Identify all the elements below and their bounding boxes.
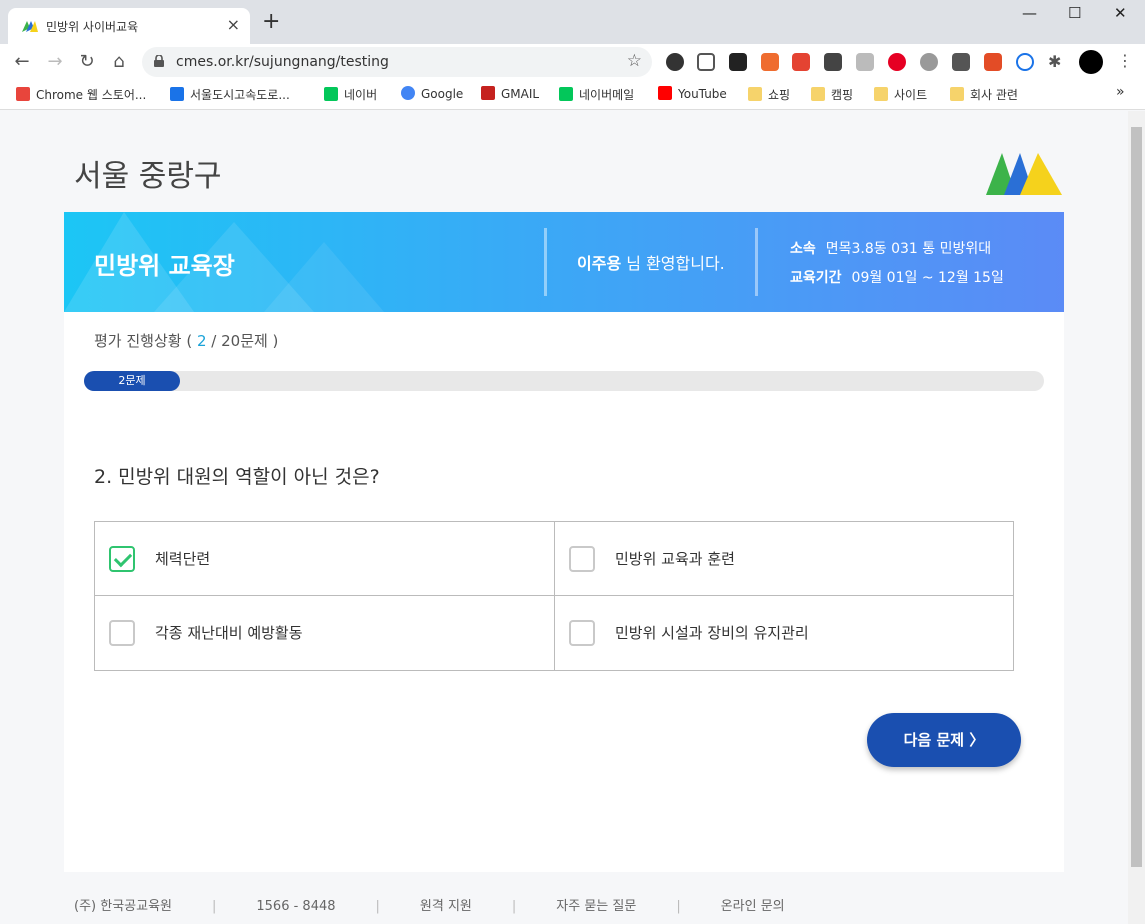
- gmail-icon: [481, 86, 495, 100]
- footer-phone: 1566 - 8448: [256, 899, 336, 914]
- profile-avatar[interactable]: [1079, 50, 1103, 74]
- reload-icon[interactable]: ↻: [75, 50, 99, 74]
- seoul-highway-icon: [170, 87, 184, 101]
- option-3-checkbox[interactable]: [109, 620, 135, 646]
- option-4-checkbox[interactable]: [569, 620, 595, 646]
- option-1-label: 체력단련: [155, 550, 211, 568]
- bookmark-naver-mail[interactable]: 네이버메일: [559, 86, 634, 103]
- bookmark-naver[interactable]: 네이버: [324, 86, 377, 103]
- site-favicon-icon: [22, 21, 38, 32]
- extension-i-icon[interactable]: [952, 53, 970, 71]
- tab-close-icon[interactable]: ×: [227, 15, 240, 35]
- close-window-icon[interactable]: ✕: [1114, 4, 1127, 22]
- site-logo: [986, 153, 1062, 195]
- option-4-label: 민방위 시설과 장비의 유지관리: [615, 624, 809, 642]
- lock-icon: [154, 55, 164, 67]
- browser-menu-icon[interactable]: ⋮: [1117, 51, 1133, 70]
- browser-tab[interactable]: 민방위 사이버교육 ×: [8, 8, 250, 44]
- banner-divider: [544, 228, 547, 296]
- bookmark-google[interactable]: Google: [401, 86, 463, 101]
- naver-icon: [324, 87, 338, 101]
- grid-divider-horizontal: [95, 595, 1013, 596]
- question-text: 2. 민방위 대원의 역할이 아닌 것은?: [94, 466, 380, 488]
- tab-title: 민방위 사이버교육: [46, 20, 139, 34]
- option-2-checkbox[interactable]: [569, 546, 595, 572]
- extension-ex-icon[interactable]: [761, 53, 779, 71]
- welcome-message: 이주용 님 환영합니다.: [577, 254, 725, 273]
- home-icon[interactable]: ⌂: [107, 50, 131, 74]
- extension-infinity-icon[interactable]: [1016, 53, 1034, 71]
- url-text: cmes.or.kr/sujungnang/testing: [176, 54, 389, 70]
- banner-divider: [755, 228, 758, 296]
- test-panel: 평가 진행상황 ( 2 / 20문제 ) 2문제 2. 민방위 대원의 역할이 …: [64, 312, 1064, 872]
- folder-icon: [748, 87, 762, 101]
- footer-inquiry-link[interactable]: 온라인 문의: [721, 895, 785, 914]
- current-question-number: 2: [196, 332, 207, 350]
- bookmark-seoul-highway[interactable]: 서울도시고속도로...: [170, 86, 290, 103]
- youtube-icon: [658, 86, 672, 100]
- footer-faq-link[interactable]: 자주 묻는 질문: [556, 895, 636, 914]
- page-viewport: 서울 중랑구 민방위 교육장 이주용 님 환영합니다. 소속 면목3.8동 031…: [0, 111, 1128, 924]
- answer-options: 체력단련 민방위 교육과 훈련 각종 재난대비 예방활동 민방위 시설과 장비의…: [94, 521, 1014, 671]
- browser-tabstrip: 민방위 사이버교육 × + — ☐ ✕: [0, 0, 1145, 44]
- affiliation-info: 소속 면목3.8동 031 통 민방위대: [790, 241, 992, 257]
- progress-label: 평가 진행상황 ( 2 / 20문제 ): [94, 332, 279, 350]
- answer-option-2[interactable]: 민방위 교육과 훈련: [555, 522, 1015, 596]
- scrollbar-thumb[interactable]: [1131, 127, 1142, 867]
- answer-option-1[interactable]: 체력단련: [95, 522, 555, 596]
- extension-e-icon[interactable]: [666, 53, 684, 71]
- extension-a-icon[interactable]: [729, 53, 747, 71]
- progress-bar-fill: 2문제: [84, 371, 180, 391]
- extension-n-icon[interactable]: [824, 53, 842, 71]
- option-2-label: 민방위 교육과 훈련: [615, 550, 735, 568]
- folder-icon: [950, 87, 964, 101]
- footer-remote-support-link[interactable]: 원격 지원: [420, 895, 472, 914]
- site-footer: (주) 한국공교육원 | 1566 - 8448 | 원격 지원 | 자주 묻는 질문 | 온라…: [74, 895, 785, 914]
- pocket-icon[interactable]: [697, 53, 715, 71]
- grid-divider-vertical: [554, 522, 555, 670]
- maximize-icon[interactable]: ☐: [1068, 4, 1081, 22]
- next-question-button[interactable]: 다음 문제 〉: [867, 713, 1021, 767]
- bookmark-youtube[interactable]: YouTube: [658, 86, 727, 101]
- folder-icon: [874, 87, 888, 101]
- option-3-label: 각종 재난대비 예방활동: [155, 624, 303, 642]
- chrome-store-icon: [16, 87, 30, 101]
- progress-bar: 2문제: [84, 371, 1044, 391]
- bookmark-folder-sites[interactable]: 사이트: [874, 86, 927, 103]
- page-scrollbar[interactable]: [1128, 111, 1145, 924]
- period-info: 교육기간 09월 01일 ~ 12월 15일: [790, 270, 1004, 286]
- naver-mail-icon: [559, 87, 573, 101]
- education-banner: 민방위 교육장 이주용 님 환영합니다. 소속 면목3.8동 031 통 민방위대…: [64, 212, 1064, 312]
- bookmark-folder-camping[interactable]: 캠핑: [811, 86, 853, 103]
- bookmark-gmail[interactable]: GMAIL: [481, 86, 539, 101]
- forward-icon[interactable]: →: [43, 50, 67, 74]
- answer-option-3[interactable]: 각종 재난대비 예방활동: [95, 596, 555, 670]
- extension-window-icon[interactable]: [856, 53, 874, 71]
- bookmark-folder-company[interactable]: 회사 관련: [950, 86, 1018, 103]
- bookmark-star-icon[interactable]: ☆: [627, 51, 642, 71]
- google-icon: [401, 86, 415, 100]
- back-icon[interactable]: ←: [10, 50, 34, 74]
- folder-icon: [811, 87, 825, 101]
- bookmarks-overflow-icon[interactable]: »: [1116, 84, 1125, 100]
- extension-fox-icon[interactable]: [984, 53, 1002, 71]
- share-icon[interactable]: [920, 53, 938, 71]
- footer-company: (주) 한국공교육원: [74, 899, 172, 914]
- pinterest-icon[interactable]: [888, 53, 906, 71]
- bookmark-chrome-store[interactable]: Chrome 웹 스토어...: [16, 86, 146, 103]
- browser-toolbar: ← → ↻ ⌂ cmes.or.kr/sujungnang/testing ☆ …: [0, 44, 1145, 80]
- minimize-icon[interactable]: —: [1022, 4, 1037, 22]
- bookmark-folder-shopping[interactable]: 쇼핑: [748, 86, 790, 103]
- banner-title: 민방위 교육장: [94, 252, 235, 280]
- new-tab-button[interactable]: +: [262, 11, 280, 33]
- user-name: 이주용: [577, 254, 622, 273]
- todoist-icon[interactable]: [792, 53, 810, 71]
- option-1-checkbox[interactable]: [109, 546, 135, 572]
- address-bar[interactable]: cmes.or.kr/sujungnang/testing ☆: [142, 47, 652, 77]
- bookmarks-bar: Chrome 웹 스토어... 서울도시고속도로... 네이버 Google G…: [0, 80, 1145, 110]
- extensions-puzzle-icon[interactable]: ✱: [1048, 53, 1066, 71]
- region-title: 서울 중랑구: [74, 159, 222, 194]
- answer-option-4[interactable]: 민방위 시설과 장비의 유지관리: [555, 596, 1015, 670]
